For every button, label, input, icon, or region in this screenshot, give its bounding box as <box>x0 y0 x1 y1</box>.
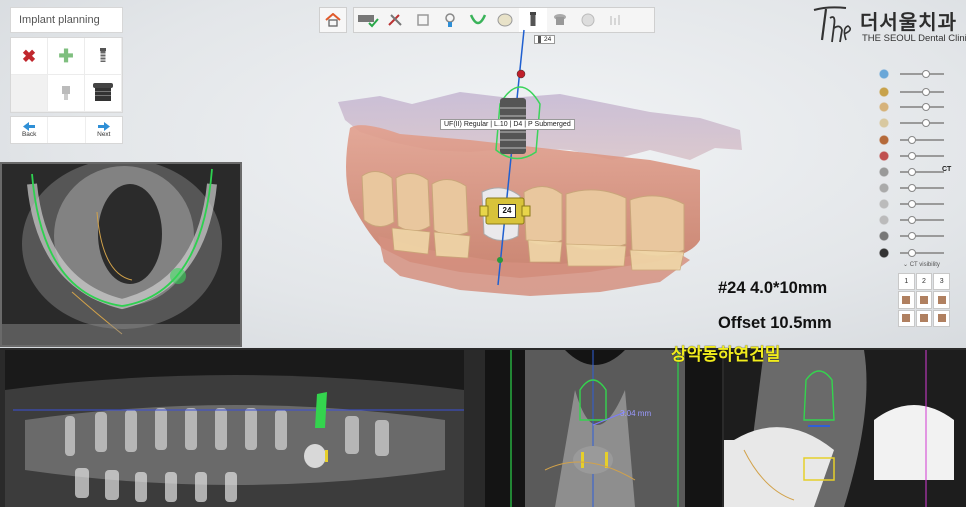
view-preset-top[interactable] <box>933 291 950 309</box>
visibility-slider[interactable] <box>876 86 948 98</box>
visibility-slider[interactable] <box>876 68 948 80</box>
layer-icon <box>876 134 896 146</box>
layer-icon <box>876 182 896 194</box>
visibility-slider[interactable] <box>876 182 948 194</box>
visibility-slider[interactable] <box>876 230 948 242</box>
visibility-slider[interactable] <box>876 150 948 162</box>
view-number-1[interactable]: 1 <box>898 273 915 291</box>
visibility-slider[interactable] <box>876 247 948 259</box>
visibility-slider[interactable] <box>876 198 948 210</box>
layer-icon <box>876 68 896 80</box>
view-preset-left[interactable] <box>915 309 933 327</box>
ct-visibility-toggle[interactable]: ⌄ CT visibility <box>903 261 940 268</box>
tooth-number-badge: 24 <box>498 204 516 218</box>
cross-section-view-2[interactable] <box>724 350 966 507</box>
view-preset-back[interactable] <box>898 309 915 327</box>
cube-icon <box>937 314 946 323</box>
slider-knob[interactable] <box>922 70 930 78</box>
layer-icon <box>876 86 896 98</box>
slider-knob[interactable] <box>908 152 916 160</box>
slider-track[interactable] <box>900 139 944 141</box>
slider-track[interactable] <box>900 235 944 237</box>
slider-track[interactable] <box>900 155 944 157</box>
slider-knob[interactable] <box>908 232 916 240</box>
slider-track[interactable] <box>900 203 944 205</box>
layer-icon <box>876 117 896 129</box>
layer-icon <box>876 101 896 113</box>
view-preset-front[interactable] <box>898 291 915 309</box>
axial-ct-view[interactable] <box>0 162 242 347</box>
slider-knob[interactable] <box>922 103 930 111</box>
slider-knob[interactable] <box>922 119 930 127</box>
pano-crown-marker <box>304 444 326 468</box>
view-number-2[interactable]: 2 <box>915 273 933 291</box>
layer-icon <box>876 214 896 226</box>
layer-icon <box>876 230 896 242</box>
slider-knob[interactable] <box>908 249 916 257</box>
measurement-label: 3.04 mm <box>620 409 652 418</box>
tooth-number-tag: 24 <box>534 35 556 45</box>
visibility-slider[interactable] <box>876 166 948 178</box>
view-preset-side[interactable] <box>915 291 933 309</box>
implant-mini-icon <box>538 36 541 43</box>
panoramic-view[interactable] <box>5 350 464 507</box>
cross-section-image-2 <box>724 350 966 507</box>
cube-icon <box>902 314 911 323</box>
ct-label: CT <box>942 166 952 173</box>
slider-knob[interactable] <box>908 200 916 208</box>
view-preset-bottom[interactable] <box>933 309 950 327</box>
axial-ct-image <box>2 164 240 345</box>
axis-handle-bottom[interactable] <box>497 257 503 263</box>
view-number-3[interactable]: 3 <box>933 273 950 291</box>
cube-icon <box>937 295 946 304</box>
layer-icon <box>876 198 896 210</box>
layer-icon <box>876 247 896 259</box>
slider-knob[interactable] <box>908 184 916 192</box>
offset-annotation: Offset 10.5mm <box>718 314 832 332</box>
implant-spec-annotation: #24 4.0*10mm <box>718 279 828 297</box>
tooth-tag-text: 24 <box>544 36 552 44</box>
sinus-floor-note: 상악동하연건밀 <box>671 345 781 364</box>
cube-icon <box>902 295 911 304</box>
visibility-slider[interactable] <box>876 101 948 113</box>
view-layout-grid: 1 2 3 <box>898 273 950 327</box>
chevron-down-icon: ⌄ <box>903 262 909 268</box>
visibility-slider[interactable] <box>876 117 948 129</box>
visibility-slider[interactable] <box>876 214 948 226</box>
layer-icon <box>876 150 896 162</box>
slider-track[interactable] <box>900 219 944 221</box>
slider-knob[interactable] <box>908 136 916 144</box>
cube-icon <box>919 314 928 323</box>
implant-spec-label: UF(II) Regular | L.10 | D4 | P Submerged <box>440 119 575 130</box>
slider-knob[interactable] <box>908 168 916 176</box>
implant-marker-axial <box>170 268 186 284</box>
slider-track[interactable] <box>900 171 944 173</box>
ct-visibility-label: CT visibility <box>909 262 940 268</box>
cross-section-view-1[interactable] <box>485 350 722 507</box>
cross-section-image-1 <box>485 350 722 507</box>
panoramic-ct-image <box>5 350 464 507</box>
slider-track[interactable] <box>900 187 944 189</box>
slider-knob[interactable] <box>908 216 916 224</box>
cube-icon <box>919 295 928 304</box>
axis-handle-top[interactable] <box>516 69 526 79</box>
visibility-slider[interactable] <box>876 134 948 146</box>
slider-knob[interactable] <box>922 88 930 96</box>
layer-icon <box>876 166 896 178</box>
slider-track[interactable] <box>900 252 944 254</box>
